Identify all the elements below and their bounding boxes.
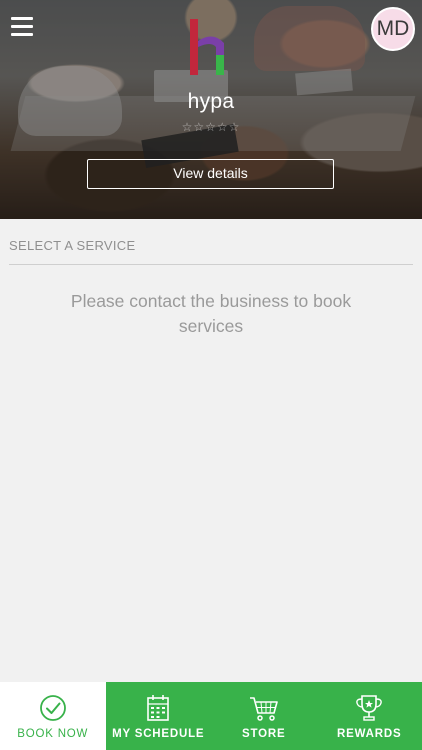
- calendar-icon: [147, 695, 170, 721]
- hypa-logo-icon: [190, 19, 224, 75]
- tab-my-schedule[interactable]: MY SCHEDULE: [105, 682, 211, 750]
- business-name: hypa: [187, 90, 235, 113]
- divider: [9, 264, 413, 265]
- tab-label: BOOK NOW: [17, 728, 89, 740]
- tab-store[interactable]: STORE: [211, 682, 317, 750]
- section-heading: SELECT A SERVICE: [9, 238, 136, 253]
- tab-rewards[interactable]: REWARDS: [316, 682, 422, 750]
- tab-label: STORE: [242, 728, 286, 740]
- trophy-icon: [356, 695, 383, 721]
- avatar[interactable]: MD: [371, 7, 415, 51]
- rating-stars: ☆☆☆☆☆: [181, 120, 241, 134]
- bottom-tab-bar: BOOK NOW MY SCHEDULE STORE REWARDS: [0, 682, 422, 750]
- tab-label: REWARDS: [337, 728, 402, 740]
- hamburger-menu-icon[interactable]: [11, 17, 33, 37]
- view-details-button[interactable]: View details: [87, 159, 334, 189]
- tab-book-now[interactable]: BOOK NOW: [0, 682, 106, 750]
- checkmark-circle-icon: [39, 695, 66, 721]
- shopping-cart-icon: [249, 697, 278, 721]
- empty-state-message: Please contact the business to book serv…: [70, 291, 352, 336]
- tab-label: MY SCHEDULE: [112, 728, 205, 740]
